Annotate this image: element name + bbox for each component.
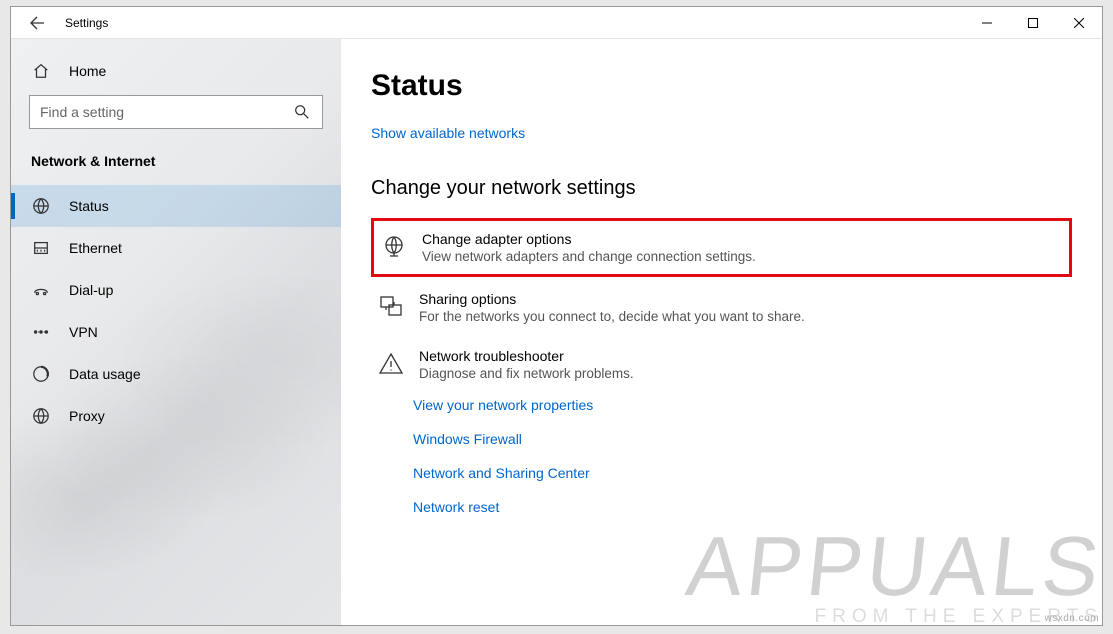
titlebar-left: Settings [11,7,108,39]
search-input[interactable] [40,104,292,120]
change-settings-heading: Change your network settings [371,177,1072,200]
maximize-button[interactable] [1010,7,1056,39]
minimize-button[interactable] [964,7,1010,39]
sidebar-item-ethernet[interactable]: Ethernet [11,227,341,269]
maximize-icon [1028,18,1038,28]
sidebar-item-proxy[interactable]: Proxy [11,395,341,437]
option-title: Network troubleshooter [419,348,1066,364]
network-reset-link[interactable]: Network reset [413,499,1072,515]
option-text: Change adapter options View network adap… [422,231,1063,264]
ethernet-icon [31,238,51,258]
sidebar-section-header: Network & Internet [11,147,341,185]
page-title: Status [371,69,1072,103]
globe-icon [31,196,51,216]
sidebar-item-label: Data usage [69,366,141,382]
sidebar-item-label: Ethernet [69,240,122,256]
search-icon [292,102,312,122]
search-box[interactable] [29,95,323,129]
arrow-left-icon [29,15,45,31]
titlebar: Settings [11,7,1102,39]
network-sharing-center-link[interactable]: Network and Sharing Center [413,465,1072,481]
window-title: Settings [65,16,108,30]
vpn-icon [31,322,51,342]
windows-firewall-link[interactable]: Windows Firewall [413,431,1072,447]
proxy-icon [31,406,51,426]
main-panel: Status Show available networks Change yo… [341,39,1102,625]
sidebar-item-label: Dial-up [69,282,113,298]
window-controls [964,7,1102,39]
close-button[interactable] [1056,7,1102,39]
option-text: Sharing options For the networks you con… [419,291,1066,324]
option-desc: Diagnose and fix network problems. [419,366,1066,381]
warning-icon [377,350,405,378]
view-properties-link[interactable]: View your network properties [413,397,1072,413]
option-title: Change adapter options [422,231,1063,247]
sidebar-item-datausage[interactable]: Data usage [11,353,341,395]
sidebar-item-status[interactable]: Status [11,185,341,227]
home-icon [31,61,51,81]
sidebar: Home Network & Internet Status Ether [11,39,341,625]
option-desc: View network adapters and change connect… [422,249,1063,264]
minimize-icon [982,18,992,28]
link-stack: View your network properties Windows Fir… [413,397,1072,533]
sidebar-item-label: Status [69,198,109,214]
network-troubleshooter[interactable]: Network troubleshooter Diagnose and fix … [371,338,1072,391]
content: Home Network & Internet Status Ether [11,39,1102,625]
home-button[interactable]: Home [11,53,341,95]
change-adapter-option[interactable]: Change adapter options View network adap… [371,218,1072,277]
option-desc: For the networks you connect to, decide … [419,309,1066,324]
back-button[interactable] [19,7,55,39]
adapter-icon [380,233,408,261]
option-title: Sharing options [419,291,1066,307]
sidebar-item-vpn[interactable]: VPN [11,311,341,353]
show-networks-link[interactable]: Show available networks [371,125,525,141]
data-usage-icon [31,364,51,384]
close-icon [1074,18,1084,28]
sidebar-item-label: VPN [69,324,98,340]
option-text: Network troubleshooter Diagnose and fix … [419,348,1066,381]
settings-window: Settings Home [10,6,1103,626]
sidebar-item-dialup[interactable]: Dial-up [11,269,341,311]
sharing-options[interactable]: Sharing options For the networks you con… [371,281,1072,334]
sidebar-item-label: Proxy [69,408,105,424]
dialup-icon [31,280,51,300]
sharing-icon [377,293,405,321]
home-label: Home [69,63,106,79]
